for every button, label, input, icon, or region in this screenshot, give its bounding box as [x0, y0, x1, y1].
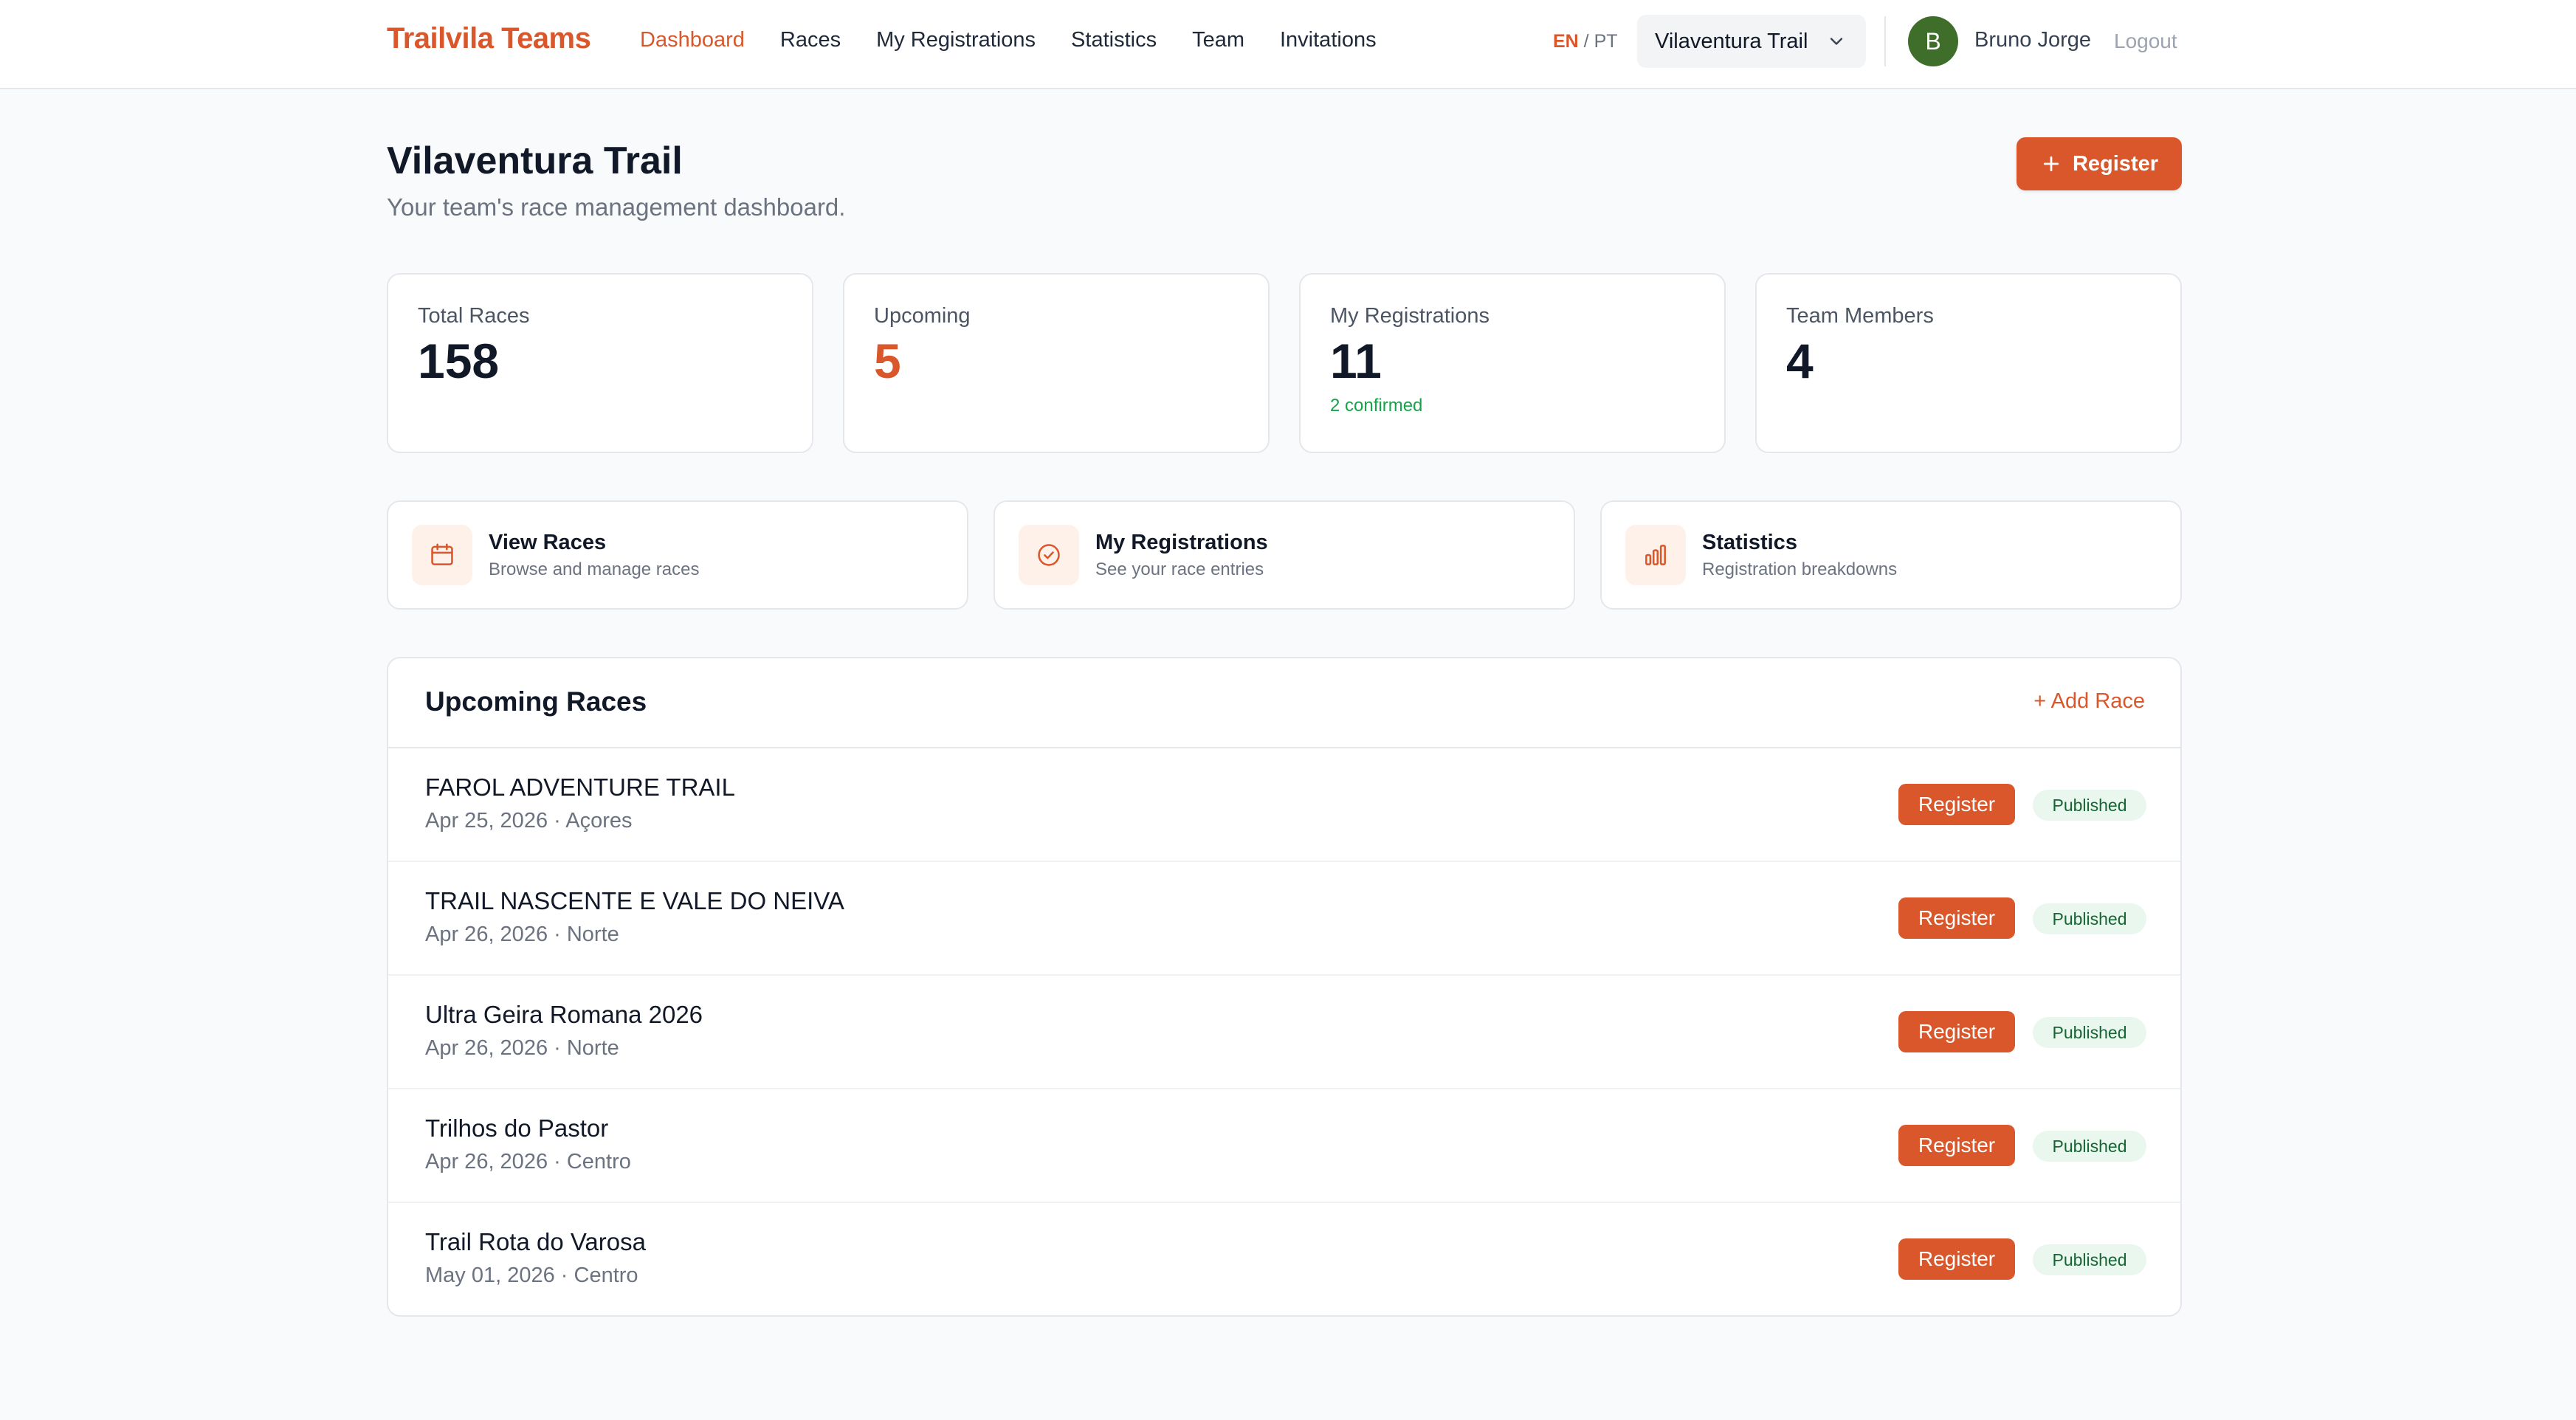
- quick-link-my-registrations[interactable]: My Registrations See your race entries: [993, 500, 1575, 610]
- lang-pt[interactable]: PT: [1594, 31, 1618, 52]
- bar-chart-icon: [1625, 525, 1686, 585]
- calendar-icon: [412, 525, 472, 585]
- chevron-down-icon: [1830, 38, 1843, 45]
- top-navbar: Trailvila Teams Dashboard Races My Regis…: [0, 0, 2576, 89]
- race-meta: Apr 26, 2026 · Norte: [425, 923, 619, 946]
- status-badge: Published: [2033, 790, 2146, 821]
- upcoming-races-header: Upcoming Races + Add Race: [388, 658, 2180, 748]
- race-name[interactable]: Trilhos do Pastor: [425, 1114, 608, 1142]
- stat-value: 4: [1786, 334, 1814, 388]
- quick-links: View Races Browse and manage races My Re…: [387, 500, 2182, 610]
- race-register-button[interactable]: Register: [1898, 784, 2015, 825]
- stat-value: 158: [418, 334, 500, 388]
- race-name[interactable]: TRAIL NASCENTE E VALE DO NEIVA: [425, 887, 844, 915]
- check-circle-icon: [1019, 525, 1079, 585]
- stat-label: Total Races: [418, 304, 530, 328]
- team-selector-label: Vilaventura Trail: [1655, 29, 1808, 53]
- list-item[interactable]: Trilhos do Pastor Apr 26, 2026 · Centro …: [388, 1089, 2180, 1203]
- nav-dashboard[interactable]: Dashboard: [640, 28, 745, 52]
- register-button-label: Register: [2072, 151, 2159, 176]
- upcoming-races-title: Upcoming Races: [425, 686, 647, 717]
- quick-link-view-races[interactable]: View Races Browse and manage races: [387, 500, 968, 610]
- quick-link-desc: See your race entries: [1095, 559, 1264, 579]
- list-item[interactable]: Trail Rota do Varosa May 01, 2026 · Cent…: [388, 1203, 2180, 1315]
- register-button[interactable]: Register: [2017, 137, 2182, 190]
- status-badge: Published: [2033, 1131, 2146, 1162]
- race-meta: Apr 26, 2026 · Norte: [425, 1036, 619, 1060]
- race-name[interactable]: FAROL ADVENTURE TRAIL: [425, 773, 735, 802]
- status-badge: Published: [2033, 903, 2146, 934]
- quick-link-title: My Registrations: [1095, 530, 1268, 554]
- page-subtitle: Your team's race management dashboard.: [387, 193, 846, 221]
- stat-label: My Registrations: [1330, 304, 1490, 328]
- list-item[interactable]: FAROL ADVENTURE TRAIL Apr 25, 2026 · Aço…: [388, 748, 2180, 862]
- stat-card-total-races: Total Races 158: [387, 273, 813, 453]
- quick-link-title: View Races: [489, 530, 607, 554]
- stat-value: 11: [1330, 334, 1382, 388]
- stat-value: 5: [874, 334, 901, 388]
- brand-logo[interactable]: Trailvila Teams: [387, 22, 591, 55]
- nav-my-registrations[interactable]: My Registrations: [876, 28, 1036, 52]
- stat-label: Team Members: [1786, 304, 1934, 328]
- race-register-button[interactable]: Register: [1898, 897, 2015, 939]
- main-nav: Dashboard Races My Registrations Statist…: [640, 28, 1412, 52]
- stat-card-upcoming: Upcoming 5: [843, 273, 1270, 453]
- stat-label: Upcoming: [874, 304, 971, 328]
- quick-link-statistics[interactable]: Statistics Registration breakdowns: [1600, 500, 2182, 610]
- list-item[interactable]: Ultra Geira Romana 2026 Apr 26, 2026 · N…: [388, 976, 2180, 1089]
- status-badge: Published: [2033, 1244, 2146, 1275]
- page-title: Vilaventura Trail: [387, 139, 683, 182]
- nav-races[interactable]: Races: [780, 28, 841, 52]
- upcoming-races-panel: Upcoming Races + Add Race FAROL ADVENTUR…: [387, 657, 2182, 1317]
- stat-card-team-members: Team Members 4: [1755, 273, 2182, 453]
- quick-link-title: Statistics: [1702, 530, 1797, 554]
- plus-icon: [2043, 156, 2059, 172]
- nav-statistics[interactable]: Statistics: [1071, 28, 1157, 52]
- nav-invitations[interactable]: Invitations: [1280, 28, 1377, 52]
- header-divider: [1884, 16, 1886, 66]
- stat-card-my-registrations: My Registrations 11 2 confirmed: [1299, 273, 1726, 453]
- team-selector[interactable]: Vilaventura Trail: [1637, 15, 1866, 68]
- race-meta: Apr 26, 2026 · Centro: [425, 1150, 631, 1173]
- lang-en[interactable]: EN: [1553, 31, 1579, 52]
- nav-team[interactable]: Team: [1192, 28, 1244, 52]
- status-badge: Published: [2033, 1017, 2146, 1048]
- stat-note: 2 confirmed: [1330, 395, 1423, 416]
- language-switcher: EN / PT: [1553, 31, 1618, 52]
- username: Bruno Jorge: [1974, 28, 2091, 52]
- logout-link[interactable]: Logout: [2114, 30, 2177, 53]
- race-meta: May 01, 2026 · Centro: [425, 1264, 638, 1287]
- stats-row: Total Races 158 Upcoming 5 My Registrati…: [387, 273, 2182, 453]
- race-register-button[interactable]: Register: [1898, 1125, 2015, 1166]
- race-name[interactable]: Trail Rota do Varosa: [425, 1228, 646, 1256]
- avatar[interactable]: B: [1908, 16, 1958, 66]
- race-register-button[interactable]: Register: [1898, 1011, 2015, 1052]
- quick-link-desc: Browse and manage races: [489, 559, 700, 579]
- quick-link-desc: Registration breakdowns: [1702, 559, 1898, 579]
- list-item[interactable]: TRAIL NASCENTE E VALE DO NEIVA Apr 26, 2…: [388, 862, 2180, 976]
- race-meta: Apr 25, 2026 · Açores: [425, 809, 633, 833]
- race-register-button[interactable]: Register: [1898, 1238, 2015, 1280]
- lang-separator: /: [1578, 31, 1594, 52]
- race-name[interactable]: Ultra Geira Romana 2026: [425, 1001, 703, 1029]
- add-race-link[interactable]: + Add Race: [2033, 689, 2145, 714]
